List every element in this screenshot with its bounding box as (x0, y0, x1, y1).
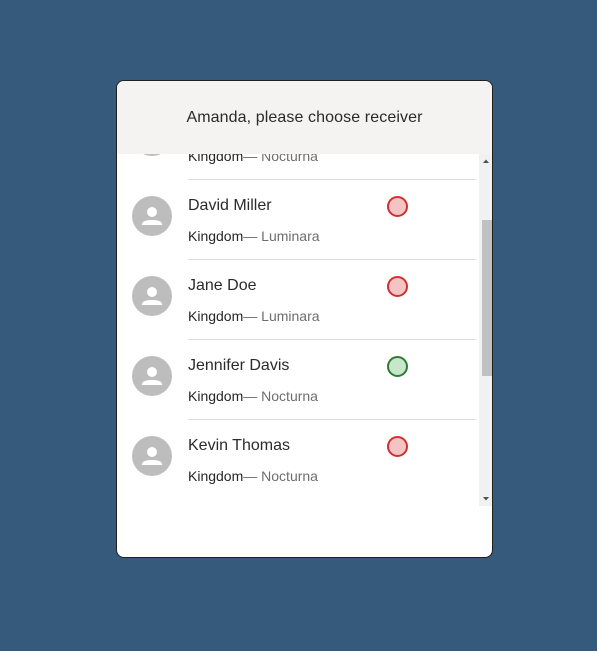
status-dot-icon (387, 196, 408, 217)
kingdom-separator: — (243, 308, 262, 324)
person-icon (132, 154, 172, 156)
kingdom-separator: — (243, 154, 262, 164)
receiver-kingdom: Kingdom— Nocturna (188, 388, 318, 404)
person-icon (132, 356, 172, 396)
arrow-down-icon[interactable] (479, 492, 492, 506)
kingdom-separator: — (243, 228, 262, 244)
scrollbar-thumb[interactable] (482, 220, 492, 376)
kingdom-label: Kingdom (188, 468, 244, 484)
receiver-dialog: Amanda, please choose receiver Kingdom— … (116, 80, 493, 558)
list-scrollbar[interactable] (479, 154, 492, 506)
receiver-item[interactable]: Kingdom— Nocturna (117, 154, 479, 180)
kingdom-label: Kingdom (188, 228, 244, 244)
status-dot-icon (387, 436, 408, 457)
receiver-kingdom: Kingdom— Luminara (188, 308, 320, 324)
kingdom-value: Luminara (261, 228, 320, 244)
receiver-item[interactable]: Jennifer Davis Kingdom— Nocturna (117, 340, 479, 420)
status-dot-icon (387, 356, 408, 377)
person-icon (132, 436, 172, 476)
kingdom-label: Kingdom (188, 154, 244, 164)
receiver-list-inner: Kingdom— Nocturna David Miller Kingdom— … (117, 154, 479, 500)
person-icon (132, 276, 172, 316)
receiver-name: Jane Doe (188, 277, 257, 294)
kingdom-separator: — (243, 468, 262, 484)
kingdom-value: Nocturna (261, 154, 318, 164)
receiver-kingdom: Kingdom— Luminara (188, 228, 320, 244)
receiver-name: Jennifer Davis (188, 357, 290, 374)
arrow-up-icon[interactable] (479, 154, 492, 168)
dialog-title: Amanda, please choose receiver (186, 108, 423, 126)
kingdom-value: Luminara (261, 308, 320, 324)
receiver-name: David Miller (188, 197, 272, 214)
receiver-item[interactable]: Jane Doe Kingdom— Luminara (117, 260, 479, 340)
kingdom-value: Nocturna (261, 388, 318, 404)
kingdom-separator: — (243, 388, 262, 404)
kingdom-value: Nocturna (261, 468, 318, 484)
receiver-list[interactable]: Kingdom— Nocturna David Miller Kingdom— … (117, 154, 492, 506)
receiver-kingdom: Kingdom— Nocturna (188, 468, 318, 484)
receiver-item[interactable]: David Miller Kingdom— Luminara (117, 180, 479, 260)
status-dot-icon (387, 276, 408, 297)
kingdom-label: Kingdom (188, 388, 244, 404)
receiver-name: Kevin Thomas (188, 437, 290, 454)
kingdom-label: Kingdom (188, 308, 244, 324)
person-icon (132, 196, 172, 236)
dialog-header: Amanda, please choose receiver (117, 81, 492, 154)
receiver-item[interactable]: Kevin Thomas Kingdom— Nocturna (117, 420, 479, 500)
receiver-kingdom: Kingdom— Nocturna (188, 154, 318, 164)
